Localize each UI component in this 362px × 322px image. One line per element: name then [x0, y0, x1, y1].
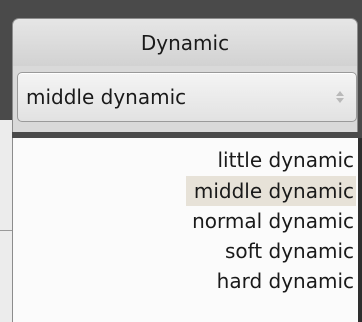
dynamic-dropdown[interactable]: middle dynamic — [17, 72, 357, 122]
chevron-down-icon — [336, 98, 344, 103]
option-normal-dynamic[interactable]: normal dynamic — [184, 206, 356, 236]
option-middle-dynamic[interactable]: middle dynamic — [185, 176, 356, 206]
option-hard-dynamic[interactable]: hard dynamic — [209, 266, 356, 296]
dropdown-selected-value: middle dynamic — [26, 85, 187, 109]
option-soft-dynamic[interactable]: soft dynamic — [217, 236, 356, 266]
dropdown-options-list: little dynamic middle dynamic normal dyn… — [12, 138, 358, 322]
list-scrollbar-edge — [358, 138, 362, 322]
panel-title: Dynamic — [140, 30, 230, 55]
background-panel-strip — [0, 120, 12, 322]
panel-header: Dynamic — [12, 18, 358, 66]
stepper-arrows-icon — [336, 91, 344, 103]
divider-line — [0, 230, 12, 231]
chevron-up-icon — [336, 91, 344, 96]
option-little-dynamic[interactable]: little dynamic — [209, 145, 356, 175]
